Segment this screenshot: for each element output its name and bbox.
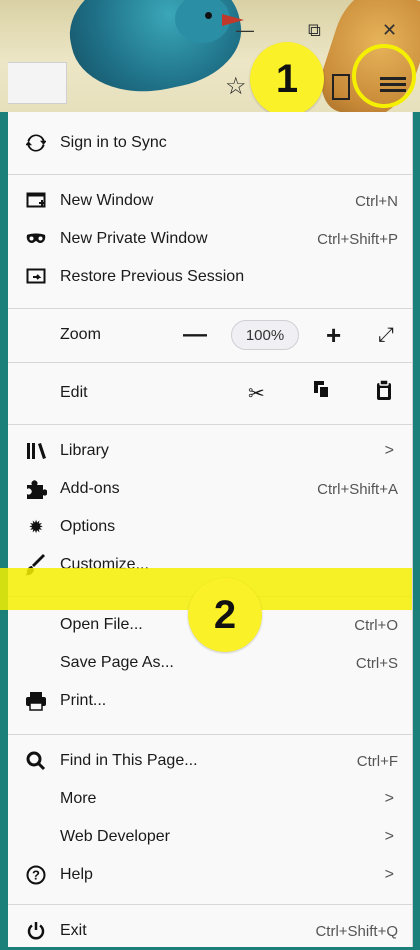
- menu-item-save-page[interactable]: Save Page As... Ctrl+S: [8, 644, 412, 682]
- menu-item-shortcut: Ctrl+Shift+Q: [315, 922, 398, 940]
- search-icon: [24, 749, 48, 773]
- svg-text:?: ?: [32, 868, 40, 883]
- menu-item-shortcut: Ctrl+Shift+A: [317, 480, 398, 498]
- bookmark-star-icon[interactable]: ☆: [225, 72, 247, 101]
- zoom-in-button[interactable]: +: [326, 320, 341, 351]
- menu-item-sync[interactable]: Sign in to Sync: [8, 124, 412, 162]
- menu-item-library[interactable]: Library >: [8, 432, 412, 470]
- menu-item-label: Open File...: [60, 616, 143, 633]
- step-badge-1: 1: [250, 42, 324, 112]
- menu-item-label: More: [60, 790, 97, 807]
- paste-icon[interactable]: [376, 379, 392, 407]
- close-window-button[interactable]: ✕: [382, 20, 397, 41]
- theme-bird-eye: [205, 12, 212, 19]
- chevron-right-icon: >: [384, 866, 394, 883]
- menu-item-label: Exit: [60, 922, 87, 939]
- annotation-circle: [352, 44, 416, 108]
- restore-button[interactable]: ⧉: [308, 20, 321, 41]
- menu-item-new-window[interactable]: New Window Ctrl+N: [8, 182, 412, 220]
- browser-toolbar: — ⧉ ✕ ☆ 1: [0, 0, 420, 112]
- menu-item-shortcut: Ctrl+Shift+P: [317, 230, 398, 248]
- menu-item-web-developer[interactable]: Web Developer >: [8, 818, 412, 856]
- menu-item-edit: Edit ✂: [8, 374, 412, 412]
- menu-item-label: New Window: [60, 192, 154, 209]
- menu-separator: [8, 174, 412, 175]
- gear-icon: ✹: [28, 516, 44, 537]
- menu-item-addons[interactable]: Add-ons Ctrl+Shift+A: [8, 470, 412, 508]
- menu-item-help[interactable]: ? Help >: [8, 856, 412, 894]
- menu-item-more[interactable]: More >: [8, 780, 412, 818]
- menu-item-shortcut: Ctrl+O: [354, 616, 398, 634]
- menu-item-label: Edit: [60, 384, 88, 401]
- cut-icon[interactable]: ✂: [248, 381, 265, 406]
- menu-item-print[interactable]: Print...: [8, 682, 412, 720]
- minimize-button[interactable]: —: [236, 20, 254, 41]
- menu-separator: [8, 424, 412, 425]
- menu-item-new-private-window[interactable]: New Private Window Ctrl+Shift+P: [8, 220, 412, 258]
- fullscreen-icon[interactable]: ⤢: [378, 324, 394, 347]
- menu-separator: [8, 308, 412, 309]
- menu-item-restore-session[interactable]: Restore Previous Session: [8, 258, 412, 296]
- url-bar[interactable]: [8, 62, 67, 104]
- menu-item-label: Print...: [60, 692, 107, 709]
- menu-item-label: Restore Previous Session: [60, 268, 245, 285]
- puzzle-icon: [24, 477, 48, 501]
- restore-session-icon: [24, 265, 48, 289]
- library-icon: [24, 439, 48, 463]
- menu-item-shortcut: Ctrl+S: [355, 654, 398, 672]
- menu-item-options[interactable]: ✹ Options: [8, 508, 412, 546]
- menu-item-label: Help: [60, 866, 93, 883]
- chevron-right-icon: >: [384, 790, 394, 807]
- new-window-icon: [24, 189, 48, 213]
- zoom-reset-button[interactable]: 100%: [231, 320, 299, 350]
- help-icon: ?: [24, 863, 48, 887]
- menu-item-label: Add-ons: [60, 480, 120, 497]
- menu-item-label: New Private Window: [60, 230, 208, 247]
- menu-item-label: Find in This Page...: [60, 752, 198, 769]
- sync-icon: [24, 131, 48, 155]
- chevron-right-icon: >: [384, 828, 394, 845]
- zoom-out-button[interactable]: —: [183, 321, 207, 349]
- menu-item-label: Sign in to Sync: [60, 134, 167, 151]
- copy-icon[interactable]: [313, 380, 331, 406]
- chevron-right-icon: >: [384, 442, 394, 459]
- power-icon: [24, 919, 48, 943]
- menu-item-label: Save Page As...: [60, 654, 174, 671]
- menu-item-exit[interactable]: Exit Ctrl+Shift+Q: [8, 912, 412, 950]
- menu-item-label: Library: [60, 442, 109, 459]
- menu-item-label: Options: [60, 518, 116, 535]
- sidebar-toggle-icon[interactable]: [332, 74, 350, 100]
- step-badge-2: 2: [188, 578, 262, 652]
- menu-item-zoom: Zoom — 100% + ⤢: [8, 316, 412, 354]
- printer-icon: [24, 689, 48, 713]
- menu-separator: [8, 362, 412, 363]
- private-mask-icon: [24, 227, 48, 251]
- menu-item-label: Web Developer: [60, 828, 170, 845]
- menu-item-shortcut: Ctrl+F: [356, 752, 398, 770]
- menu-item-shortcut: Ctrl+N: [355, 192, 398, 210]
- menu-item-find[interactable]: Find in This Page... Ctrl+F: [8, 742, 412, 780]
- menu-item-label: Zoom: [60, 326, 101, 343]
